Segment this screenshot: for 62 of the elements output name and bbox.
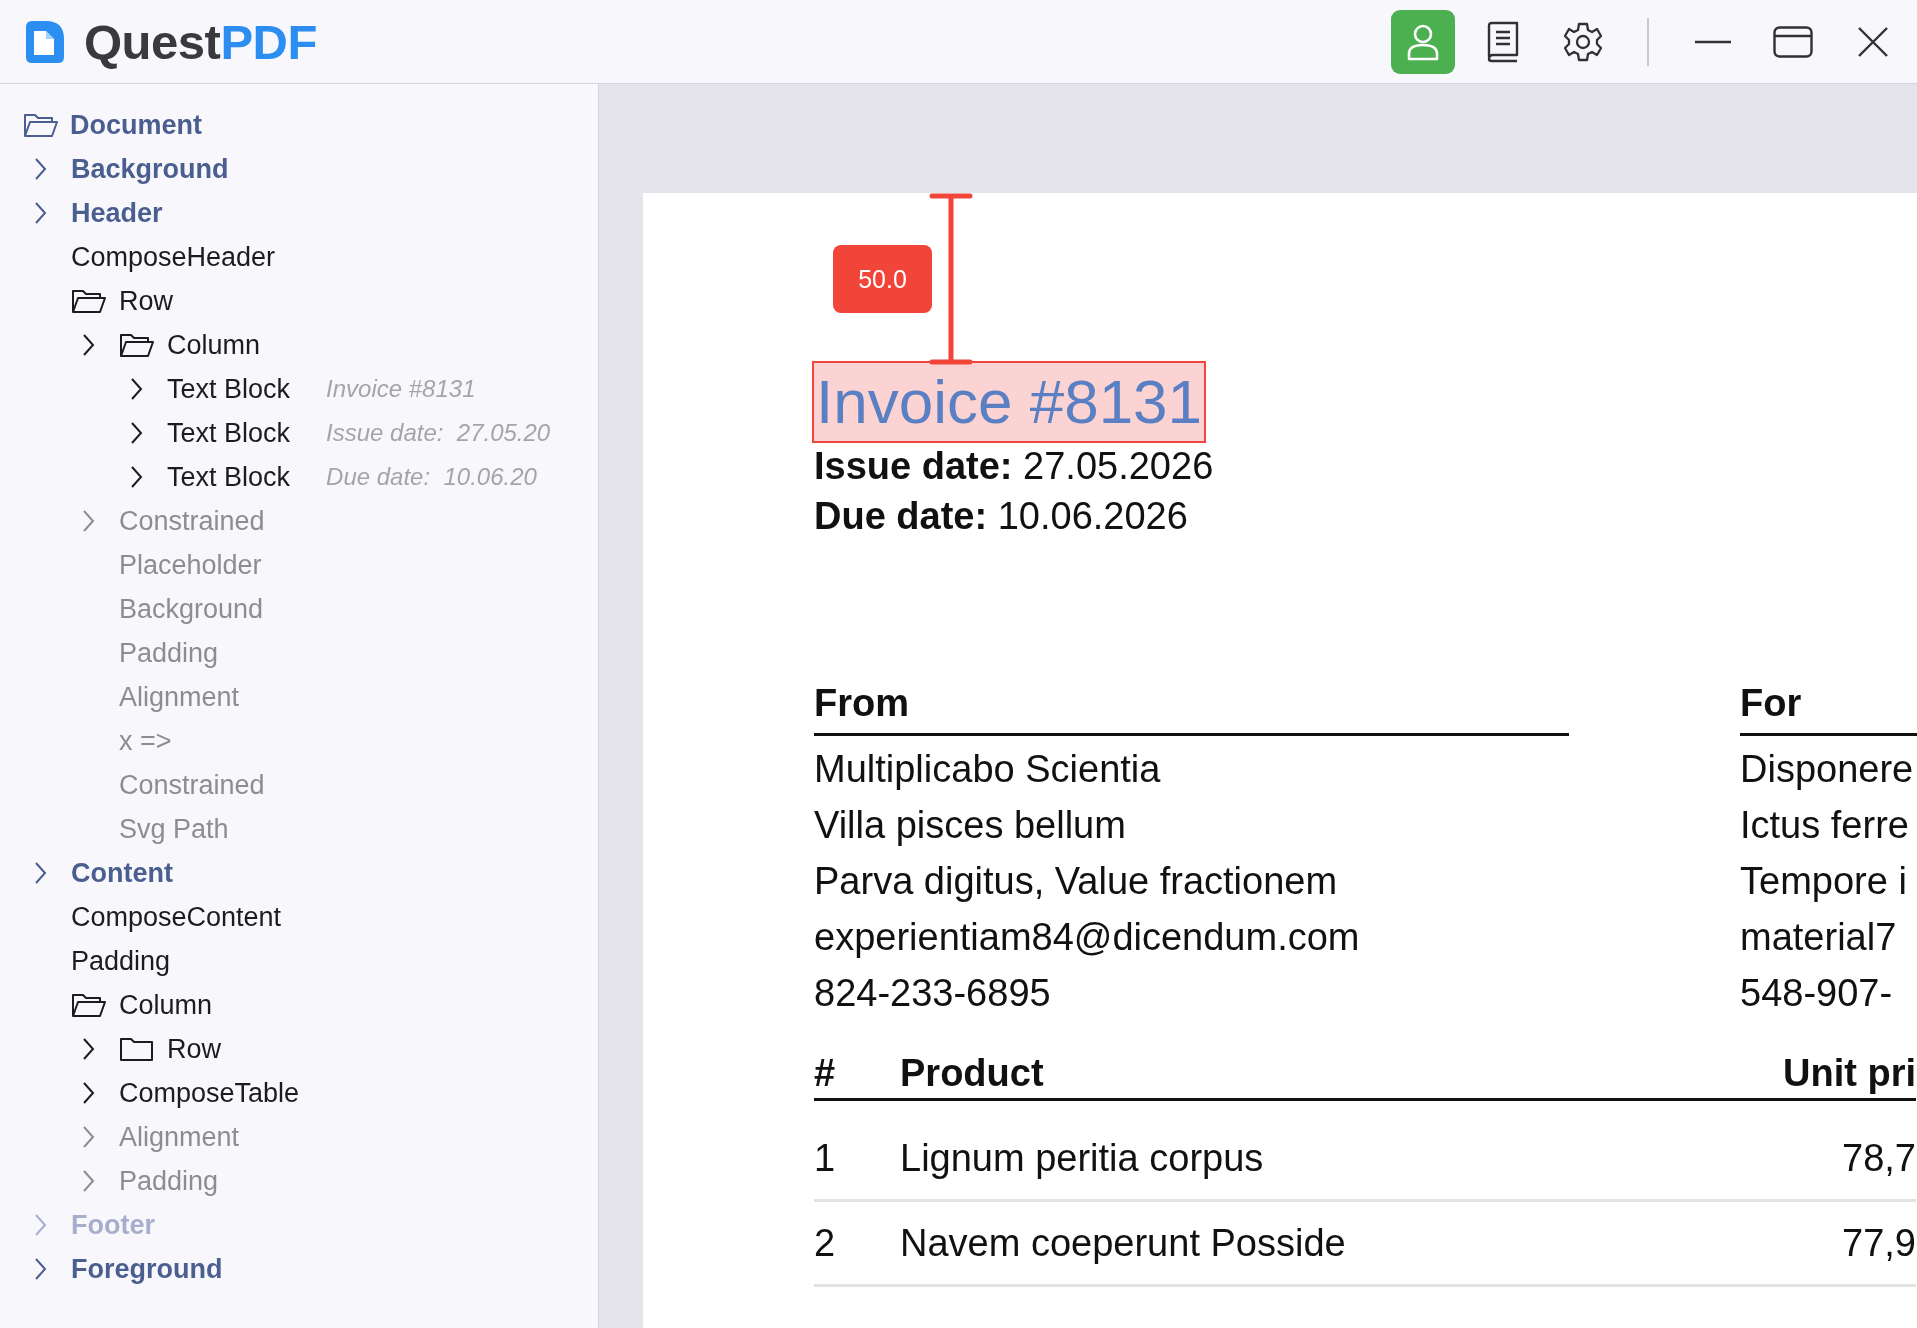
account-button[interactable] (1391, 9, 1455, 74)
book-icon (1486, 20, 1520, 63)
address-line: 548-907- (1740, 971, 1894, 1016)
chevron-icon[interactable] (130, 465, 143, 489)
chevron-icon[interactable] (82, 1081, 95, 1105)
tree-item[interactable]: Column (167, 329, 261, 361)
chevron-icon[interactable] (34, 201, 47, 225)
chevron-icon[interactable] (82, 1037, 95, 1061)
tree-item[interactable]: ComposeTable (119, 1077, 300, 1109)
tree-item[interactable]: Background (71, 153, 229, 185)
tree-item[interactable]: Content (71, 857, 173, 889)
tree-item[interactable]: Foreground (71, 1253, 223, 1285)
table-cell: Lignum peritia corpus (900, 1099, 1780, 1201)
tree-item[interactable]: Document (70, 109, 202, 141)
tree-item[interactable]: Padding (71, 945, 171, 977)
party-heading: For (1740, 681, 1803, 726)
tree-item[interactable]: Row (167, 1033, 221, 1065)
table-cell: 1 (814, 1099, 900, 1201)
address-line: material7 (1740, 915, 1898, 960)
user-icon (1406, 22, 1440, 61)
address-line: experientiam84@dicendum.com (814, 915, 1361, 960)
address-line: 824-233-6895 (814, 971, 1052, 1016)
invoice-title: Invoice #8131 (814, 363, 1205, 441)
maximize-icon (1773, 25, 1813, 58)
table-cell: 77,9 (1780, 1200, 1916, 1286)
address-line: Multiplicabo Scientia (814, 747, 1162, 792)
address-line: Ictus ferre (1740, 803, 1910, 848)
column-header: Product (900, 1048, 1780, 1100)
column-header: # (814, 1048, 900, 1100)
address-line: Villa pisces bellum (814, 803, 1127, 848)
invoice-date: Due date: 10.06.2026 (814, 494, 1189, 539)
node-preview: Due date: 10.06.20 (326, 463, 537, 491)
tree-item[interactable]: Column (119, 989, 213, 1021)
tree-item[interactable]: ComposeHeader (71, 241, 276, 273)
tree-item[interactable]: ComposeContent (71, 901, 282, 933)
party-heading: From (814, 681, 910, 726)
tree-item[interactable]: Text Block (167, 373, 291, 405)
chevron-icon[interactable] (34, 861, 47, 885)
chevron-icon[interactable] (34, 157, 47, 181)
chevron-icon[interactable] (34, 1257, 47, 1281)
address-line: Disponere (1740, 747, 1915, 792)
tree-item[interactable]: Header (71, 197, 163, 229)
table-cell: 78,7 (1780, 1099, 1916, 1201)
app-logo-text: QuestPDF (84, 13, 317, 70)
chevron-icon[interactable] (130, 421, 143, 445)
table-cell: 2 (814, 1200, 900, 1286)
spacing-value-badge: 50.0 (833, 245, 932, 313)
minimize-icon (1695, 39, 1731, 44)
node-preview: Issue date: 27.05.20 (326, 419, 551, 447)
node-preview: Invoice #8131 (326, 375, 476, 403)
table-cell: Navem coeperunt Posside (900, 1200, 1780, 1286)
tree-item[interactable]: Text Block (167, 417, 291, 449)
settings-icon (1562, 20, 1604, 63)
tree-item[interactable]: Row (119, 285, 173, 317)
invoice-date: Issue date: 27.05.2026 (814, 444, 1215, 489)
close-icon (1857, 25, 1889, 58)
chevron-icon[interactable] (130, 377, 143, 401)
address-line: Tempore i (1740, 859, 1908, 904)
address-line: Parva digitus, Value fractionem (814, 859, 1339, 904)
chevron-icon[interactable] (82, 333, 95, 357)
column-header: Unit pri (1780, 1048, 1916, 1100)
tree-item[interactable]: Text Block (167, 461, 291, 493)
